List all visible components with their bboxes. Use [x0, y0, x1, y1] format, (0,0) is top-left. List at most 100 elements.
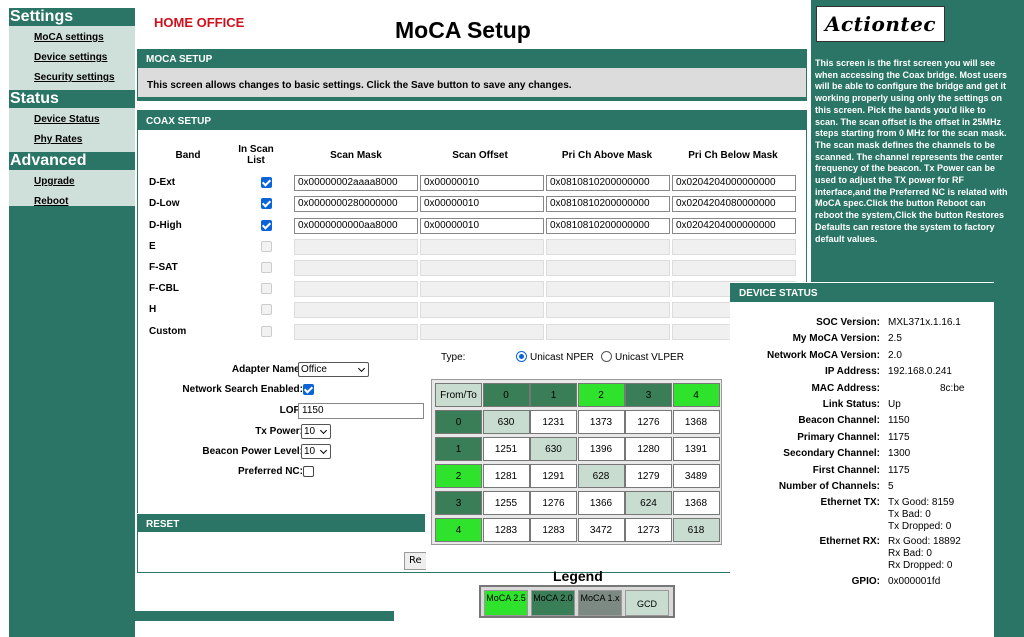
band-mask-input[interactable]	[294, 260, 418, 276]
reset-button[interactable]: Re	[404, 552, 426, 570]
band-label: Custom	[149, 326, 187, 337]
band-below-input[interactable]	[672, 239, 796, 255]
in-scan-list-checkbox[interactable]	[261, 241, 272, 252]
matrix-cell: 1276	[530, 491, 577, 515]
actiontec-logo: Actiontec	[816, 6, 945, 42]
preferred-nc-checkbox[interactable]	[303, 466, 314, 477]
page-title: MoCA Setup	[395, 17, 531, 43]
in-scan-list-checkbox[interactable]	[261, 304, 272, 315]
nav-fill	[9, 206, 135, 637]
band-mask-input[interactable]: 0x00000002aaaa8000	[294, 175, 418, 191]
matrix-cell: 1280	[625, 437, 672, 461]
legend-title: Legend	[553, 568, 603, 584]
footer-bar	[9, 611, 394, 621]
band-below-input[interactable]: 0x0204204080000000	[672, 196, 796, 212]
band-above-input[interactable]: 0x0810810200000000	[546, 218, 670, 234]
matrix-cell: 1273	[625, 518, 672, 542]
in-scan-list-checkbox[interactable]	[261, 262, 272, 273]
band-above-input[interactable]: 0x0810810200000000	[546, 196, 670, 212]
matrix-cell: 1366	[577, 491, 625, 515]
band-offset-input[interactable]	[420, 302, 544, 318]
status-value: 5	[888, 481, 894, 492]
adapter-name-label: Adapter Name:	[231, 364, 303, 375]
band-mask-input[interactable]	[294, 324, 418, 340]
reset-heading: RESET	[137, 513, 425, 532]
status-value: 8c:be	[940, 382, 965, 394]
band-above-input[interactable]	[546, 324, 670, 340]
band-above-input[interactable]	[546, 260, 670, 276]
col-pri-above: Pri Ch Above Mask	[561, 150, 653, 161]
matrix-cell: 1396	[577, 437, 625, 461]
nav-item-phy-rates[interactable]: Phy Rates	[9, 130, 135, 150]
nav-status-group: Device Status Phy Rates	[9, 108, 135, 152]
nav-item-security-settings[interactable]: Security settings	[9, 68, 135, 88]
band-above-input[interactable]	[546, 281, 670, 297]
band-mask-input[interactable]	[294, 302, 418, 318]
band-mask-input[interactable]	[294, 239, 418, 255]
band-offset-input[interactable]: 0x00000010	[420, 218, 544, 234]
network-search-checkbox[interactable]	[303, 384, 314, 395]
moca-setup-heading: MOCA SETUP	[137, 48, 807, 68]
status-value: Tx Good: 8159	[888, 497, 955, 508]
col-pri-below: Pri Ch Below Mask	[688, 150, 778, 161]
home-office-label: HOME OFFICE	[154, 15, 245, 30]
band-offset-input[interactable]	[420, 281, 544, 297]
in-scan-list-checkbox[interactable]	[261, 220, 272, 231]
matrix-cell: 1368	[672, 491, 720, 515]
band-above-input[interactable]	[546, 302, 670, 318]
tx-power-select[interactable]: 10	[301, 424, 331, 439]
band-above-input[interactable]	[546, 239, 670, 255]
col-scan-mask: Scan Mask	[330, 150, 382, 161]
phy-rate-matrix: From/To 0 0 1 1 2 2 3 3 4 4 630 1231 1373 1276 1368 1251…	[431, 379, 722, 545]
nav-advanced-title: Advanced	[9, 152, 135, 170]
matrix-cell: 1251	[482, 437, 530, 461]
radio-unicast-vlper[interactable]	[601, 351, 612, 362]
matrix-cell: 624	[625, 491, 672, 515]
status-value: Rx Good: 18892	[888, 536, 961, 547]
nav-item-moca-settings[interactable]: MoCA settings	[9, 28, 135, 48]
band-below-input[interactable]: 0x0204204000000000	[672, 218, 796, 234]
matrix-cell: 1368	[672, 410, 720, 434]
band-offset-input[interactable]	[420, 324, 544, 340]
beacon-power-label: Beacon Power Level:	[202, 446, 303, 457]
status-label: Secondary Channel:	[783, 448, 880, 460]
status-label: MAC Address:	[811, 382, 880, 394]
lof-input[interactable]: 1150	[298, 403, 424, 419]
band-label: D-Ext	[149, 177, 176, 188]
matrix-cell: 1283	[482, 518, 530, 542]
band-mask-input[interactable]: 0x0000000280000000	[294, 196, 418, 212]
band-below-input[interactable]: 0x0204204000000000	[672, 175, 796, 191]
radio-unicast-nper[interactable]	[516, 351, 527, 362]
matrix-cell: 1231	[530, 410, 577, 434]
band-mask-input[interactable]	[294, 281, 418, 297]
status-label: SOC Version:	[816, 317, 880, 328]
adapter-name-select[interactable]: Office	[298, 362, 369, 377]
status-value: 1150	[888, 415, 910, 427]
lof-label: LOF:	[279, 405, 303, 416]
band-offset-input[interactable]	[420, 239, 544, 255]
matrix-cell: 1283	[530, 518, 577, 542]
in-scan-list-checkbox[interactable]	[261, 177, 272, 188]
band-mask-input[interactable]: 0x0000000000aa8000	[294, 218, 418, 234]
in-scan-list-checkbox[interactable]	[261, 198, 272, 209]
band-above-input[interactable]: 0x0810810200000000	[546, 175, 670, 191]
nav-item-device-settings[interactable]: Device settings	[9, 48, 135, 68]
band-offset-input[interactable]: 0x00000010	[420, 175, 544, 191]
matrix-cell: 3472	[577, 518, 625, 542]
nav-item-upgrade[interactable]: Upgrade	[9, 172, 135, 192]
status-value: 1300	[888, 448, 911, 460]
status-value: Rx Dropped: 0	[888, 560, 953, 571]
status-label: IP Address:	[824, 366, 880, 378]
nav-item-device-status[interactable]: Device Status	[9, 110, 135, 130]
matrix-row-header: 0	[435, 410, 482, 434]
in-scan-list-checkbox[interactable]	[261, 283, 272, 294]
band-offset-input[interactable]: 0x00000010	[420, 196, 544, 212]
beacon-power-select[interactable]: 10	[301, 444, 331, 459]
matrix-cell: 618	[672, 518, 720, 542]
band-offset-input[interactable]	[420, 260, 544, 276]
band-below-input[interactable]	[672, 260, 796, 276]
col-scan-offset: Scan Offset	[452, 150, 508, 161]
gpio-label: GPIO:	[851, 576, 880, 587]
in-scan-list-checkbox[interactable]	[261, 326, 272, 337]
tx-power-label: Tx Power:	[255, 426, 303, 437]
